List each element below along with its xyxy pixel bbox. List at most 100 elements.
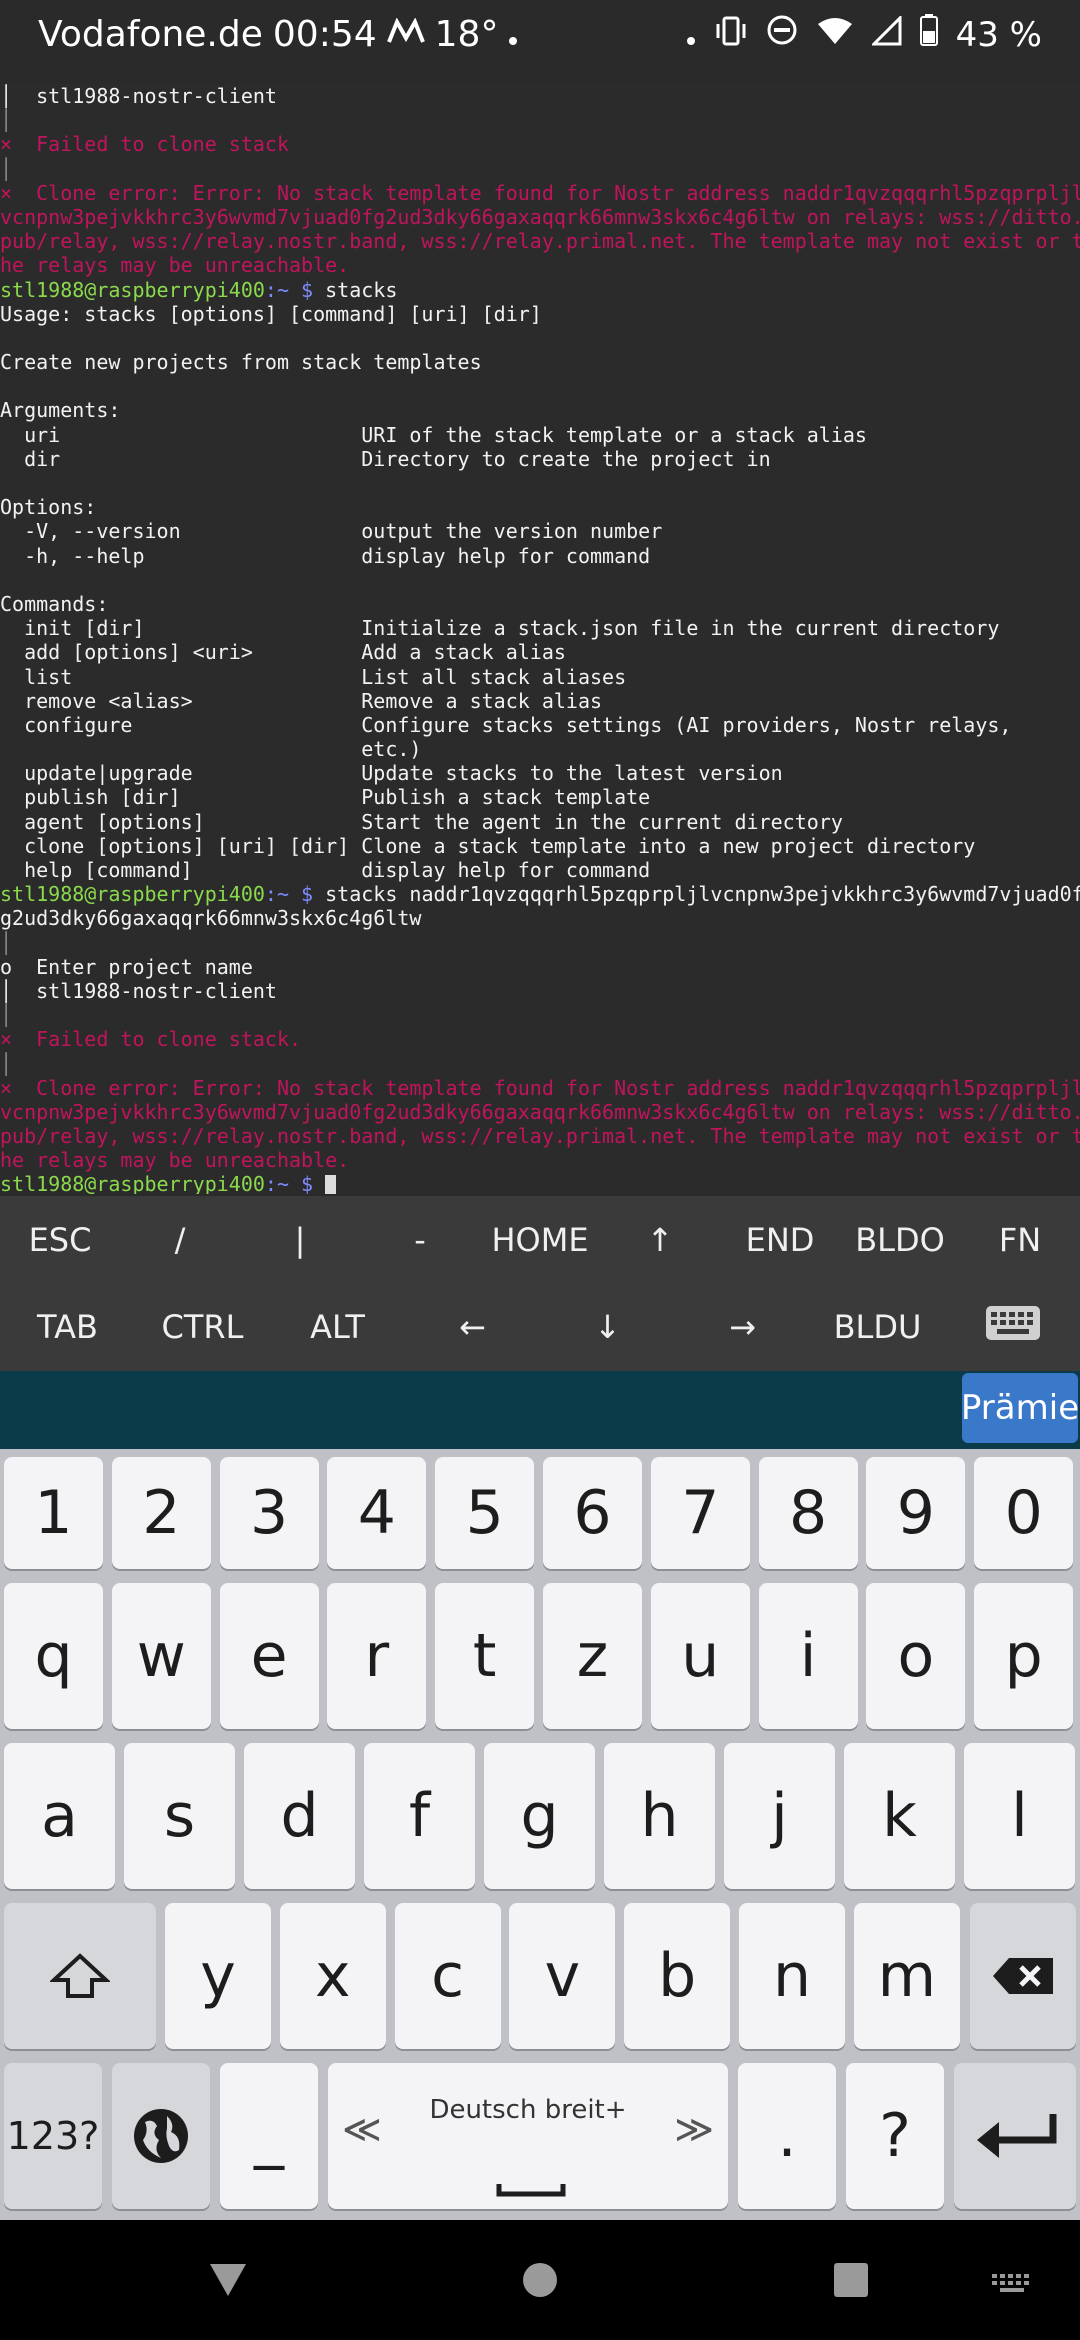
- extra-key[interactable]: BLDO: [840, 1221, 960, 1259]
- key-4[interactable]: 4: [327, 1457, 427, 1569]
- backspace-key[interactable]: [970, 1903, 1076, 2049]
- extra-key[interactable]: CTRL: [135, 1308, 270, 1346]
- output-text: │: [0, 1051, 13, 1076]
- terminal-line: -V, --version output the version number: [0, 519, 1080, 543]
- output-text: g2ud3dky66gaxaqqrk66mnw3skx6c4g6ltw: [0, 906, 422, 931]
- extra-key[interactable]: →: [675, 1308, 810, 1346]
- period-key[interactable]: .: [738, 2063, 836, 2209]
- shift-key[interactable]: [4, 1903, 156, 2049]
- key-g[interactable]: g: [484, 1743, 595, 1889]
- output-text: Arguments:: [0, 398, 121, 423]
- key-q[interactable]: q: [4, 1583, 103, 1729]
- home-icon[interactable]: [522, 2262, 558, 2302]
- key-8[interactable]: 8: [758, 1457, 858, 1569]
- key-9[interactable]: 9: [866, 1457, 966, 1569]
- terminal-line: │: [0, 1052, 1080, 1076]
- key-m[interactable]: m: [853, 1903, 960, 2049]
- key-n[interactable]: n: [739, 1903, 845, 2049]
- underscore-key[interactable]: _: [220, 2063, 318, 2209]
- extra-key[interactable]: BLDU: [810, 1308, 945, 1346]
- key-2[interactable]: 2: [111, 1457, 211, 1569]
- key-h[interactable]: h: [604, 1743, 715, 1889]
- key-c[interactable]: c: [394, 1903, 501, 2049]
- key-u[interactable]: u: [650, 1583, 750, 1729]
- premium-button[interactable]: Prämie: [961, 1373, 1079, 1443]
- key-e[interactable]: e: [219, 1583, 319, 1729]
- extra-key[interactable]: HOME: [480, 1221, 600, 1259]
- extra-key[interactable]: ↓: [540, 1308, 675, 1346]
- key-b[interactable]: b: [624, 1903, 731, 2049]
- key-j[interactable]: j: [724, 1743, 835, 1889]
- key-a[interactable]: a: [4, 1743, 115, 1889]
- error-text: × Failed to clone stack: [0, 132, 289, 157]
- extra-key[interactable]: END: [720, 1221, 840, 1259]
- extra-key[interactable]: TAB: [0, 1308, 135, 1346]
- terminal-line: × Clone error: Error: No stack template …: [0, 181, 1080, 205]
- output-text: │: [0, 930, 13, 955]
- error-text: × Clone error: Error: No stack template …: [0, 180, 1080, 205]
- question-key[interactable]: ?: [846, 2063, 944, 2209]
- key-p[interactable]: p: [974, 1583, 1074, 1729]
- key-s[interactable]: s: [124, 1743, 235, 1889]
- space-key[interactable]: ≪ Deutsch breit+ ≫: [328, 2063, 728, 2209]
- key-f[interactable]: f: [364, 1743, 475, 1889]
- extra-key[interactable]: ALT: [270, 1308, 405, 1346]
- output-text: dir Directory to create the project in: [0, 446, 771, 471]
- terminal-line: × Failed to clone stack: [0, 132, 1080, 156]
- key-l[interactable]: l: [964, 1743, 1075, 1889]
- extra-key[interactable]: /: [120, 1221, 240, 1259]
- terminal-line: stl1988@raspberrypi400:~ $ stacks: [0, 278, 1080, 302]
- prompt-command: stacks naddr1qvzqqqrhl5pzqprpljlvcnpnw3p…: [313, 882, 1080, 907]
- key-o[interactable]: o: [866, 1583, 966, 1729]
- key-x[interactable]: x: [279, 1903, 386, 2049]
- key-1[interactable]: 1: [4, 1457, 103, 1569]
- terminal-line: Arguments:: [0, 398, 1080, 422]
- keyboard-switch-icon[interactable]: [992, 2274, 1032, 2298]
- keyboard-toggle-icon[interactable]: [945, 1305, 1080, 1349]
- output-text: update|upgrade Update stacks to the late…: [0, 761, 783, 786]
- key-5[interactable]: 5: [435, 1457, 535, 1569]
- key-t[interactable]: t: [435, 1583, 535, 1729]
- key-k[interactable]: k: [844, 1743, 955, 1889]
- extra-key[interactable]: |: [240, 1221, 360, 1259]
- key-6[interactable]: 6: [543, 1457, 642, 1569]
- terminal-line: etc.): [0, 737, 1080, 761]
- error-text: he relays may be unreachable.: [0, 253, 350, 278]
- enter-key[interactable]: [954, 2063, 1076, 2209]
- terminal-line: agent [options] Start the agent in the c…: [0, 810, 1080, 834]
- output-text: etc.): [0, 737, 422, 762]
- extra-key[interactable]: FN: [960, 1221, 1080, 1259]
- terminal-line: × Clone error: Error: No stack template …: [0, 1076, 1080, 1100]
- key-z[interactable]: z: [543, 1583, 642, 1729]
- extra-key[interactable]: ←: [405, 1308, 540, 1346]
- battery-percent: 43 %: [955, 14, 1042, 55]
- terminal-line: stl1988@raspberrypi400:~ $: [0, 1172, 1080, 1194]
- error-text: × Clone error: Error: No stack template …: [0, 1075, 1080, 1100]
- terminal-line: stl1988@raspberrypi400:~ $ stacks naddr1…: [0, 882, 1080, 906]
- terminal-line: │: [0, 157, 1080, 181]
- key-0[interactable]: 0: [974, 1457, 1074, 1569]
- language-key[interactable]: [112, 2063, 210, 2209]
- key-w[interactable]: w: [111, 1583, 211, 1729]
- error-text: × Failed to clone stack.: [0, 1027, 302, 1052]
- key-d[interactable]: d: [244, 1743, 355, 1889]
- back-icon[interactable]: [208, 2262, 248, 2302]
- prompt-path: :~ $: [264, 277, 314, 302]
- terminal-output[interactable]: │ stl1988-nostr-client │ × Failed to clone…: [0, 84, 1080, 1194]
- key-r[interactable]: r: [327, 1583, 427, 1729]
- mode-switch-key[interactable]: 123?: [4, 2063, 102, 2209]
- output-text: Create new projects from stack templates: [0, 350, 482, 375]
- key-v[interactable]: v: [509, 1903, 616, 2049]
- key-y[interactable]: y: [165, 1903, 271, 2049]
- extra-key[interactable]: -: [360, 1221, 480, 1259]
- extra-key[interactable]: ↑: [600, 1221, 720, 1259]
- key-3[interactable]: 3: [219, 1457, 319, 1569]
- key-i[interactable]: i: [758, 1583, 858, 1729]
- backspace-icon: [993, 1958, 1053, 1994]
- do-not-disturb-icon: [766, 14, 798, 55]
- terminal-line: -h, --help display help for command: [0, 544, 1080, 568]
- output-text: │: [0, 1003, 13, 1028]
- extra-key[interactable]: ESC: [0, 1221, 120, 1259]
- recents-icon[interactable]: [834, 2263, 868, 2301]
- key-7[interactable]: 7: [650, 1457, 750, 1569]
